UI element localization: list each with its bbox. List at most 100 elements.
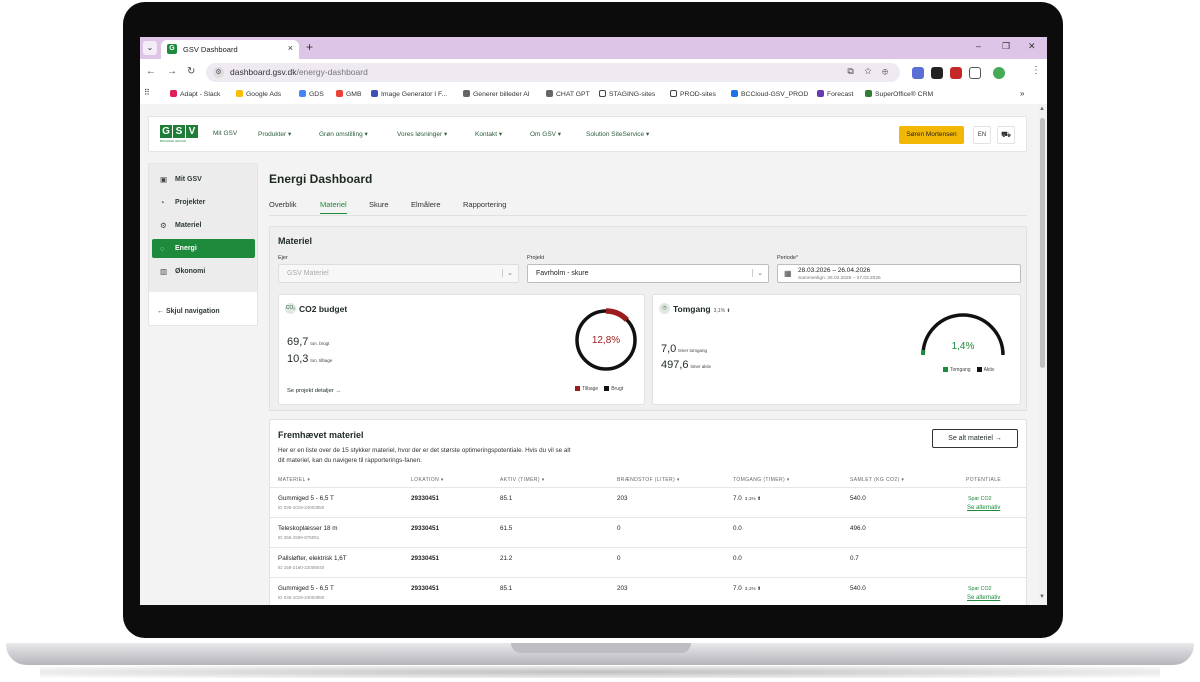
bookmark-item[interactable]: SuperOffice® CRM [865, 90, 933, 98]
close-window-button[interactable]: ✕ [1028, 41, 1036, 52]
logo-subtitle: BUILDING GROUP [160, 139, 187, 143]
bookmark-item[interactable]: Forecast [817, 90, 853, 98]
idle-cell: 7.0 3,1% ⬆ [733, 495, 761, 502]
table-row[interactable]: Gummiged 5 - 6,5 T ID 036-1019-24003850 2… [270, 487, 1026, 517]
co2-budget-card: CO₂ CO2 budget 69,7 ton. brugt 10,3 ton. t… [278, 294, 645, 405]
period-picker[interactable]: ▦ 28.03.2026 – 26.04.2026 Sammenlign: 26… [777, 264, 1021, 283]
user-button[interactable]: Søren Mortensen [899, 126, 964, 144]
tab-materiel[interactable]: Materiel [320, 200, 347, 214]
bookmark-item[interactable]: BCCloud-GSV_PROD [731, 90, 808, 98]
bookmarks-overflow[interactable]: » [1020, 89, 1024, 98]
bookmark-folder[interactable]: STAGING-sites [599, 90, 655, 98]
forward-button[interactable]: → [167, 66, 177, 77]
nav-groen-omstilling[interactable]: Grøn omstilling ▾ [319, 130, 368, 138]
nav-solution-siteservice[interactable]: Solution SiteService ▾ [586, 130, 649, 138]
chevron-down-icon: ⌄ [752, 269, 763, 277]
site-info-icon[interactable]: ⚙ [213, 67, 224, 78]
bookmark-item[interactable]: GDS [299, 90, 324, 98]
back-button[interactable]: ← [146, 66, 156, 77]
url-path: /energy-dashboard [296, 67, 368, 77]
equipment-id: ID 158-2160-22008040 [278, 565, 325, 570]
sidebar-item-mit-gsv[interactable]: ▣ Mit GSV [152, 170, 255, 189]
column-header[interactable]: SAMLET (KG CO2) ▾ [850, 477, 904, 483]
table-row[interactable]: Gummiged 5 - 6,5 T ID 036-1019-24003850 2… [270, 577, 1026, 605]
screen: ⌄ G GSV Dashboard × + – ❐ ✕ ← → ↻ ⚙ dash… [140, 37, 1047, 605]
scroll-thumb[interactable] [1040, 118, 1045, 368]
nav-produkter[interactable]: Produkter ▾ [258, 130, 291, 138]
nav-mit-gsv[interactable]: Mit GSV [213, 130, 237, 137]
gsv-logo[interactable]: G S V BUILDING GROUP [160, 125, 200, 143]
sidebar-item-oekonomi[interactable]: ▥ Økonomi [152, 262, 255, 281]
browser-tab[interactable]: G GSV Dashboard × [161, 40, 299, 59]
sidebar-item-projekter[interactable]: ◔ Projekter [152, 193, 255, 212]
active-cell: 85.1 [500, 585, 513, 592]
bookmark-item[interactable]: Generer billeder AI [463, 90, 530, 98]
tab-skure[interactable]: Skure [369, 200, 389, 209]
column-header[interactable]: TOMGANG (TIMER) ▾ [733, 477, 790, 483]
projects-icon: ◔ [160, 198, 165, 207]
co2-icon: CO₂ [285, 303, 296, 314]
co2-gauge-remaining-arc [605, 308, 629, 322]
profile-avatar[interactable] [993, 67, 1005, 79]
nav-vores-loesninger[interactable]: Vores løsninger ▾ [397, 130, 447, 138]
column-header[interactable]: BRÆNDSTOF (LITER) ▾ [617, 477, 680, 483]
scroll-up-icon[interactable]: ▲ [1039, 106, 1045, 112]
bookmark-item[interactable]: Image Generator I F... [371, 90, 447, 98]
nav-kontakt[interactable]: Kontakt ▾ [475, 130, 502, 138]
chart-icon: ▥ [160, 267, 168, 276]
reload-button[interactable]: ↻ [187, 66, 195, 77]
menu-kebab-icon[interactable]: ⋮ [1031, 65, 1041, 76]
see-alternative-link[interactable]: Se alternativ [967, 595, 1000, 601]
potential-label: Spar CO2 [968, 496, 992, 502]
bookmark-item[interactable]: Adapt - Slack [170, 90, 220, 98]
column-header[interactable]: AKTIV (TIMER) ▾ [500, 477, 545, 483]
idle-hours-unit: timer tomgang [678, 348, 708, 353]
period-label-text: Periode [777, 255, 796, 261]
sidebar-item-materiel[interactable]: ⚙ Materiel [152, 216, 255, 235]
extensions-puzzle-icon[interactable] [969, 67, 981, 79]
equipment-name-text: Gummiged 5 - 6,5 T [278, 495, 334, 502]
materiel-section: Materiel Ejer GSV Materiel ⌄ Projekt Fav… [269, 226, 1027, 411]
tab-close-icon[interactable]: × [288, 43, 293, 53]
address-bar[interactable]: ⚙ dashboard.gsv.dk/energy-dashboard ⧉ ☆ … [206, 63, 900, 82]
idle-value: 7.0 [733, 585, 742, 592]
equipment-id: ID 036-1019-24003850 [278, 505, 325, 510]
hide-navigation-button[interactable]: ← Skjul navigation [157, 308, 220, 315]
sidebar-item-energi[interactable]: ◌ Energi [152, 239, 255, 258]
legend-remaining: Tilbage [582, 386, 599, 392]
tab-elmaalere[interactable]: Elmålere [411, 200, 441, 209]
project-select[interactable]: Favrholm - skure ⌄ [527, 264, 769, 283]
see-alternative-link[interactable]: Se alternativ [967, 505, 1000, 511]
restore-button[interactable]: ❐ [1002, 41, 1010, 52]
tab-rapportering[interactable]: Rapportering [463, 200, 506, 209]
column-header[interactable]: MATERIEL ▾ [278, 477, 310, 483]
nav-om-gsv[interactable]: Om GSV ▾ [530, 130, 561, 138]
scroll-down-icon[interactable]: ▼ [1039, 594, 1045, 600]
bookmark-item[interactable]: Google Ads [236, 90, 281, 98]
table-row[interactable]: Teleskoplæsser 18 m ID 256-1599-975051 29… [270, 517, 1026, 547]
see-all-equipment-button[interactable]: Se alt materiel → [932, 429, 1018, 448]
tab-search-button[interactable]: ⌄ [143, 41, 157, 55]
bookmark-folder[interactable]: PROD-sites [670, 90, 716, 98]
co2-used-value: 69,7 [287, 336, 309, 348]
column-header[interactable]: LOKATION ▾ [411, 477, 444, 483]
extension-icon[interactable] [931, 67, 943, 79]
owner-select[interactable]: GSV Materiel ⌄ [278, 264, 519, 283]
tomgang-title-text: Tomgang [673, 304, 711, 314]
active-cell: 61.5 [500, 525, 513, 532]
page-scrollbar[interactable]: ▲ ▼ [1038, 104, 1047, 605]
language-button[interactable]: EN [973, 126, 991, 144]
omnibox-action-icons[interactable]: ⧉ ☆ ⊕ [847, 66, 892, 77]
apps-icon[interactable]: ⠿ [144, 88, 150, 97]
bookmark-item[interactable]: CHAT GPT [546, 90, 590, 98]
tomgang-gauge: 1,4% [921, 313, 1005, 356]
tab-overblik[interactable]: Overblik [269, 200, 297, 209]
project-details-link[interactable]: Se projekt detaljer → [287, 388, 341, 394]
new-tab-button[interactable]: + [306, 41, 313, 54]
cart-icon[interactable]: ⛟ [997, 126, 1015, 144]
table-row[interactable]: Pallsløfter, elektrisk 1,6T ID 158-2160-2… [270, 547, 1026, 577]
extension-icon[interactable] [950, 67, 962, 79]
extension-icon[interactable] [912, 67, 924, 79]
minimize-button[interactable]: – [976, 41, 981, 51]
bookmark-item[interactable]: GMB [336, 90, 361, 98]
